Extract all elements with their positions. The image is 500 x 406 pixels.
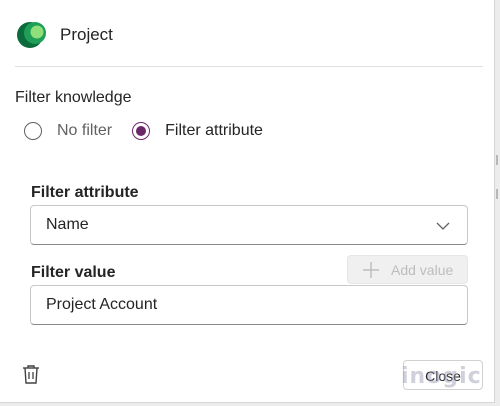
filter-mode-radio-group: No filter Filter attribute	[24, 122, 283, 140]
radio-no-filter-label: No filter	[57, 122, 113, 139]
filter-attribute-dropdown[interactable]: Name	[30, 205, 468, 245]
scrollbar-mark	[496, 155, 498, 165]
plus-icon	[363, 261, 379, 278]
filter-attribute-selected-value: Name	[46, 216, 89, 233]
panel-title: Project	[60, 25, 113, 44]
add-value-button[interactable]: Add value	[347, 255, 468, 284]
radio-filter-attribute-circle[interactable]	[132, 122, 151, 140]
filter-knowledge-label: Filter knowledge	[15, 89, 132, 106]
add-value-label: Add value	[391, 261, 454, 278]
dynamics-logo-icon	[17, 22, 46, 48]
filter-value-label: Filter value	[31, 264, 116, 281]
header-divider	[15, 66, 483, 67]
panel-header: Project	[15, 18, 113, 52]
radio-filter-attribute-label: Filter attribute	[165, 122, 263, 139]
filter-value-input[interactable]	[30, 285, 468, 325]
knowledge-filter-panel: Project Filter knowledge No filter Filte…	[0, 0, 495, 403]
scrollbar-mark	[496, 189, 498, 199]
filter-attribute-label: Filter attribute	[31, 184, 139, 201]
chevron-down-icon[interactable]	[435, 218, 451, 234]
trash-icon[interactable]	[20, 363, 42, 385]
radio-no-filter[interactable]: No filter	[24, 122, 112, 140]
radio-no-filter-circle[interactable]	[24, 122, 42, 140]
radio-filter-attribute[interactable]: Filter attribute	[132, 122, 263, 140]
close-button[interactable]: Close	[403, 360, 483, 390]
